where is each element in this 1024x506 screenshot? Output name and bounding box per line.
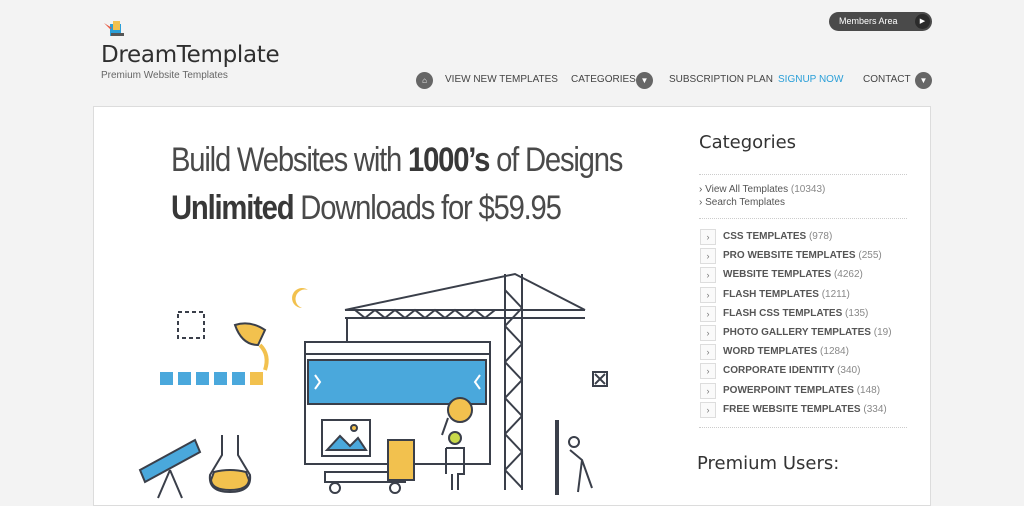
category-item[interactable]: › FREE WEBSITE TEMPLATES (334) [700, 402, 906, 418]
chevron-down-icon[interactable]: ▼ [636, 72, 653, 89]
category-item[interactable]: › POWERPOINT TEMPLATES (148) [700, 383, 906, 399]
divider [699, 218, 907, 219]
nav-view-new-templates[interactable]: VIEW NEW TEMPLATES [445, 74, 558, 85]
sidebar-title: Categories [699, 132, 797, 153]
brand-name[interactable]: DreamTemplate [101, 42, 280, 68]
category-item[interactable]: › PRO WEBSITE TEMPLATES (255) [700, 248, 906, 264]
chevron-right-icon: › [700, 344, 716, 360]
nav-subscription-plan[interactable]: SUBSCRIPTION PLAN [669, 74, 773, 85]
divider [699, 427, 907, 428]
chevron-right-icon: › [700, 267, 716, 283]
category-item[interactable]: › WEBSITE TEMPLATES (4262) [700, 267, 906, 283]
nav-signup-now[interactable]: SIGNUP NOW [778, 74, 843, 85]
construction-illustration [138, 272, 608, 499]
nav-categories[interactable]: CATEGORIES [571, 74, 636, 85]
play-icon: ▶ [915, 14, 930, 29]
category-item[interactable]: › CORPORATE IDENTITY (340) [700, 363, 906, 379]
chevron-down-icon[interactable]: ▼ [915, 72, 932, 89]
tagline: Premium Website Templates [101, 70, 228, 81]
logo-icon[interactable] [102, 19, 126, 39]
nav-contact[interactable]: CONTACT [863, 74, 911, 85]
home-icon[interactable]: ⌂ [416, 72, 433, 89]
divider [699, 174, 907, 175]
chevron-right-icon: › [700, 325, 716, 341]
chevron-right-icon: › [700, 402, 716, 418]
chevron-right-icon: › [700, 287, 716, 303]
category-item[interactable]: › WORD TEMPLATES (1284) [700, 344, 906, 360]
chevron-right-icon: › [700, 383, 716, 399]
members-area-button[interactable]: Members Area ▶ [829, 12, 932, 31]
chevron-right-icon: › [700, 248, 716, 264]
members-area-label: Members Area [839, 16, 898, 26]
premium-users-title: Premium Users: [697, 453, 840, 474]
view-all-templates-link[interactable]: › View All Templates (10343) [699, 184, 825, 195]
hero-headline-2: Unlimited Downloads for $59.95 [171, 189, 562, 227]
chevron-right-icon: › [700, 306, 716, 322]
category-item[interactable]: › FLASH TEMPLATES (1211) [700, 287, 906, 303]
search-templates-link[interactable]: › Search Templates [699, 197, 785, 208]
category-item[interactable]: › PHOTO GALLERY TEMPLATES (19) [700, 325, 906, 341]
chevron-right-icon: › [700, 363, 716, 379]
hero-headline-1: Build Websites with 1000’s of Designs [171, 141, 623, 179]
category-item[interactable]: › FLASH CSS TEMPLATES (135) [700, 306, 906, 322]
chevron-right-icon: › [700, 229, 716, 245]
category-item[interactable]: › CSS TEMPLATES (978) [700, 229, 906, 245]
